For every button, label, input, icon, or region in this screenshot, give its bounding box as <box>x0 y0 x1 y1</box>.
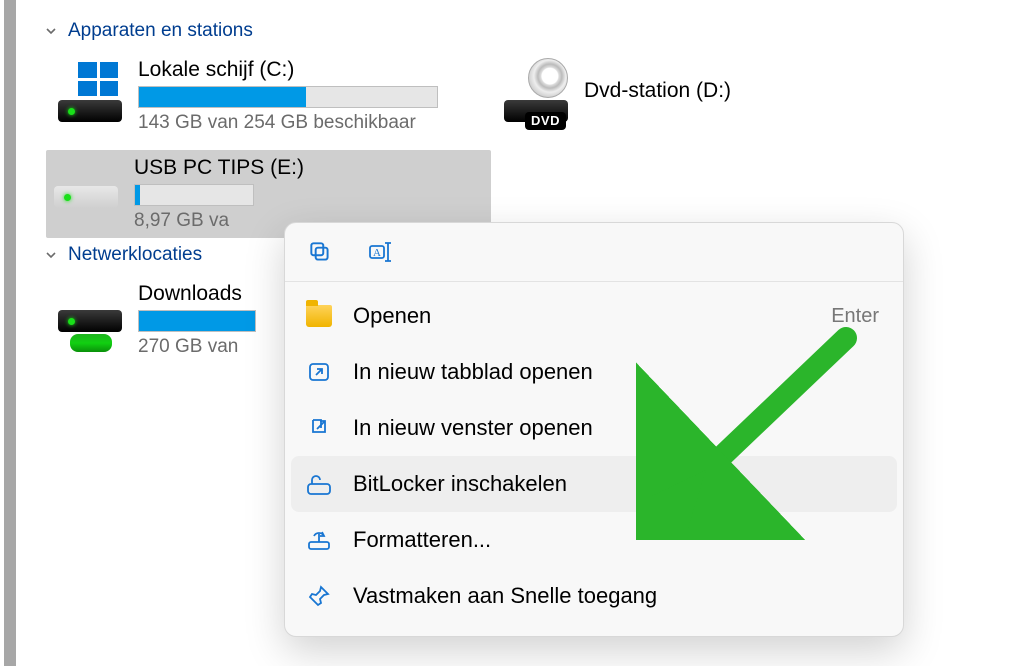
drive-subtitle: 143 GB van 254 GB beschikbaar <box>138 112 438 134</box>
menu-open-new-window[interactable]: In nieuw venster openen <box>291 400 897 456</box>
menu-pin-quick-access[interactable]: Vastmaken aan Snelle toegang <box>291 568 897 624</box>
menu-label: Vastmaken aan Snelle toegang <box>353 583 879 609</box>
context-menu-toolbar: A <box>285 223 903 282</box>
menu-bitlocker-enable[interactable]: BitLocker inschakelen <box>291 456 897 512</box>
menu-open[interactable]: Openen Enter <box>291 288 897 344</box>
chevron-down-icon <box>44 24 58 38</box>
new-window-icon <box>305 414 333 442</box>
windows-logo-icon <box>78 62 118 96</box>
copy-icon[interactable] <box>305 237 335 267</box>
drive-title: Downloads <box>138 282 256 306</box>
capacity-bar <box>138 86 438 108</box>
drive-title: Lokale schijf (C:) <box>138 58 438 82</box>
menu-label: Openen <box>353 303 811 329</box>
menu-label: Formatteren... <box>353 527 879 553</box>
section-devices-label: Apparaten en stations <box>68 20 253 42</box>
context-menu: A Openen Enter In nieuw tabblad openen <box>284 222 904 637</box>
network-drive-icon <box>56 286 124 348</box>
drive-icon <box>56 62 124 124</box>
drive-local-c[interactable]: Lokale schijf (C:) 143 GB van 254 GB bes… <box>50 52 446 140</box>
svg-text:A: A <box>373 247 381 259</box>
format-icon <box>305 526 333 554</box>
menu-open-new-tab[interactable]: In nieuw tabblad openen <box>291 344 897 400</box>
menu-shortcut: Enter <box>831 305 879 328</box>
lock-icon <box>305 470 333 498</box>
drive-icon <box>52 160 120 222</box>
capacity-bar <box>134 184 254 206</box>
menu-label: In nieuw tabblad openen <box>353 359 879 385</box>
drive-title: USB PC TIPS (E:) <box>134 156 304 180</box>
pin-icon <box>305 582 333 610</box>
menu-label: In nieuw venster openen <box>353 415 879 441</box>
rename-icon[interactable]: A <box>367 237 397 267</box>
menu-format[interactable]: Formatteren... <box>291 512 897 568</box>
section-network-label: Netwerklocaties <box>68 244 202 266</box>
drive-title: Dvd-station (D:) <box>584 79 731 103</box>
drive-subtitle: 8,97 GB va <box>134 210 304 232</box>
folder-icon <box>305 302 333 330</box>
capacity-bar <box>138 310 256 332</box>
menu-label: BitLocker inschakelen <box>353 471 879 497</box>
new-tab-icon <box>305 358 333 386</box>
chevron-down-icon <box>44 248 58 262</box>
dvd-badge: DVD <box>525 112 566 130</box>
drive-dvd-d[interactable]: DVD Dvd-station (D:) <box>496 52 739 130</box>
drive-subtitle: 270 GB van <box>138 336 256 358</box>
dvd-drive-icon: DVD <box>502 62 570 124</box>
section-devices-header[interactable]: Apparaten en stations <box>44 20 1016 42</box>
